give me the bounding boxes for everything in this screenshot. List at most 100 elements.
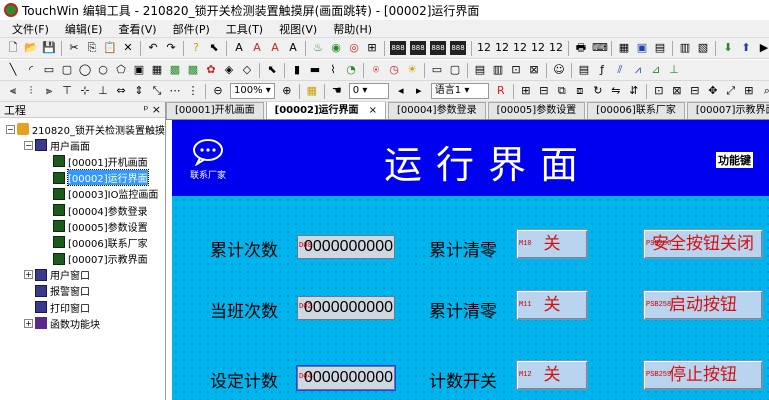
button-icon[interactable]: ◎ [347,41,361,55]
delete-icon[interactable]: ✕ [121,41,135,55]
tab-screen[interactable]: [00004]参数登录 [387,102,486,119]
select-pointer-icon[interactable]: ⬉ [265,63,279,77]
align-top-icon[interactable]: ⊤ [60,84,74,98]
collapse-icon[interactable]: − [24,140,33,150]
align-right-icon[interactable]: ⫸ [42,84,56,98]
pointer-help-icon[interactable]: ⬉ [207,41,221,55]
tree-node[interactable]: 打印窗口 [0,299,165,315]
align-center-icon[interactable]: ⫶ [24,84,38,98]
formula-icon[interactable]: ƒ [595,63,609,77]
align-left-icon[interactable]: ⫷ [6,84,20,98]
ascii-display-icon[interactable]: 12 [477,41,491,55]
pin-close-icon[interactable]: ᵖ × [144,103,161,116]
eraser-icon[interactable]: ◇ [240,63,254,77]
align-bottom-icon[interactable]: ⊥ [96,84,110,98]
space-v-icon[interactable]: ⋮ [186,84,200,98]
menu-tools[interactable]: 工具(T) [218,21,271,37]
status-button[interactable]: PSB256 安全按钮关闭 [643,229,763,259]
menu-view[interactable]: 查看(V) [110,21,164,37]
number-input-icon[interactable]: 888 [410,41,426,55]
tab-screen[interactable]: [00006]联系厂家 [587,102,685,119]
calendar-icon[interactable]: ▦ [617,41,631,55]
upload-icon[interactable]: ⬆ [739,41,753,55]
hand-icon[interactable]: ☚ [330,84,344,98]
toggle-button[interactable]: M10 关 [516,229,588,259]
keyboard-icon[interactable]: ⌨ [592,41,608,55]
same-width-icon[interactable]: ⇔ [114,84,128,98]
printer-icon[interactable]: 🖶 [574,41,588,55]
window-icon[interactable]: ▢ [448,63,462,77]
tree-node[interactable]: [00003]IO监控画面 [0,186,165,202]
same-height-icon[interactable]: ⇕ [132,84,146,98]
download-icon[interactable]: ⬇ [721,41,735,55]
resize-icon[interactable]: ⤢ [724,84,738,98]
user-icon[interactable]: ☺ [552,63,566,77]
toggle-button[interactable]: M11 关 [516,290,588,320]
flip-h-icon[interactable]: ⇋ [609,84,623,98]
recipe-icon[interactable]: ▥ [678,41,692,55]
recipe2-icon[interactable]: ▤ [577,63,591,77]
status-button[interactable]: PSB259 停止按钮 [643,360,763,390]
history-icon[interactable]: ▥ [491,63,505,77]
image-icon[interactable]: ▩ [168,63,182,77]
trend-chart-icon[interactable]: ⩘ [631,63,645,77]
space-h-icon[interactable]: ⋯ [168,84,182,98]
tree-node[interactable]: − 210820_锁开关检测装置触摸 [0,121,165,137]
move-icon[interactable]: ✥ [706,84,720,98]
data-table-icon[interactable]: ▧ [696,41,710,55]
font-icon[interactable]: R [494,84,508,98]
menu-parts[interactable]: 部件(P) [165,21,218,37]
tree-node[interactable]: [00005]参数设置 [0,218,165,234]
xy-chart-icon[interactable]: ⊿ [649,63,663,77]
lock-icon[interactable]: ⊡ [652,84,666,98]
ascii-multi-icon[interactable]: 12 [549,41,563,55]
tree-node[interactable]: [00006]联系厂家 [0,234,165,250]
send-back-icon[interactable]: ⧈ [573,84,587,98]
unlock-icon[interactable]: ⊠ [670,84,684,98]
save-icon[interactable]: 💾 [42,41,56,55]
zoom-out-icon[interactable]: ⊖ [211,84,225,98]
tree-node[interactable]: + 函数功能块 [0,315,165,331]
search-icon[interactable]: ⌕ [760,84,769,98]
tab-close-icon[interactable]: × [369,103,377,119]
copy-icon[interactable]: ⎘ [85,41,99,55]
meter-icon[interactable]: ◔ [344,63,358,77]
paste-icon[interactable]: 📋 [103,41,117,55]
tree-node[interactable]: − 用户画面 [0,137,165,153]
menu-file[interactable]: 文件(F) [4,21,57,37]
align-middle-icon[interactable]: ⊹ [78,84,92,98]
lamp-icon[interactable]: ◉ [329,41,343,55]
polygon-icon[interactable]: ⬠ [114,63,128,77]
tab-screen[interactable]: [00001]开机画面 [166,102,264,119]
tag-icon[interactable]: ⊟ [688,84,702,98]
expand-icon[interactable]: + [24,318,33,328]
tab-screen[interactable]: [00002]运行界面 × [265,102,386,119]
frame-next-icon[interactable]: ▸ [412,84,426,98]
tab-screen[interactable]: [00005]参数设置 [487,102,586,119]
grid-icon[interactable]: ▦ [305,84,319,98]
tree-node[interactable]: 报警窗口 [0,283,165,299]
ascii-input-icon[interactable]: 12 [495,41,509,55]
arc-icon[interactable]: ◜ [24,63,38,77]
text-color-icon[interactable]: A [286,41,300,55]
record-icon[interactable]: ▤ [473,63,487,77]
zoom-in-icon[interactable]: ⊕ [280,84,294,98]
redo-icon[interactable]: ↷ [164,41,178,55]
screen-icon[interactable]: ▭ [430,63,444,77]
language-combo[interactable]: 语言1 ▾ [430,83,489,99]
cut-icon[interactable]: ✂ [67,41,81,55]
text-list-icon[interactable]: A [268,41,282,55]
frame-combo[interactable]: 0 ▾ [348,83,389,99]
menu-edit[interactable]: 编辑(E) [57,21,111,37]
fill-icon[interactable]: ◈ [222,63,236,77]
collapse-icon[interactable]: − [6,124,15,134]
line-icon[interactable]: ╲ [6,63,20,77]
tree-node[interactable]: [00004]参数登录 [0,202,165,218]
screen-jump-icon[interactable]: ▣ [635,41,649,55]
ungroup-icon[interactable]: ⊟ [537,84,551,98]
frame-icon[interactable]: ▦ [150,63,164,77]
tree-node[interactable]: [00007]示教界面 [0,251,165,267]
light-icon[interactable]: ♨ [311,41,325,55]
clock-icon[interactable]: ◷ [387,63,401,77]
picture-icon[interactable]: ⊠ [527,63,541,77]
